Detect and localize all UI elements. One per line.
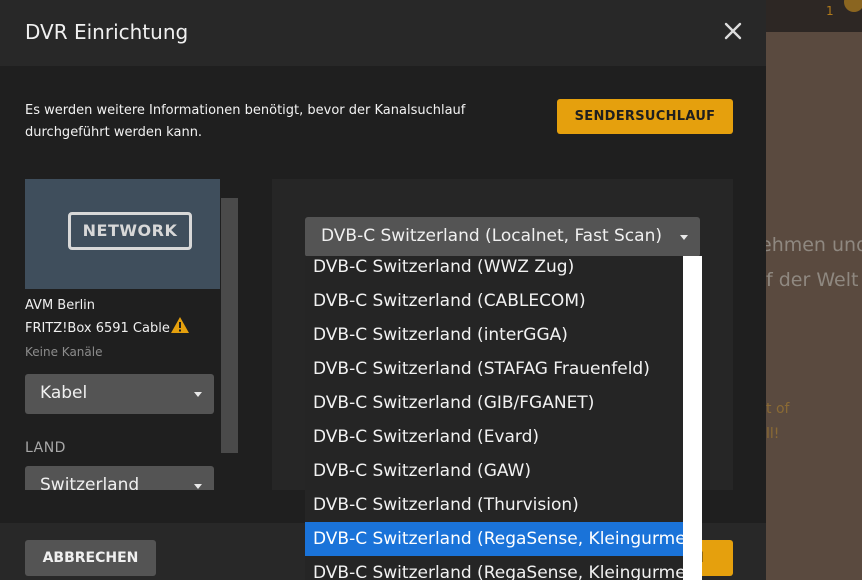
dropdown-option[interactable]: DVB-C Switzerland (GAW) (305, 454, 683, 488)
device-name: AVM Berlin (25, 298, 96, 313)
dropdown-option[interactable]: DVB-C Switzerland (RegaSense, Kleingurme… (305, 556, 683, 580)
dropdown-option-highlighted[interactable]: DVB-C Switzerland (RegaSense, Kleingurme… (305, 522, 683, 556)
background-text: t of (766, 401, 790, 417)
warning-icon (171, 317, 189, 333)
background-text: ll! (766, 426, 780, 442)
scan-provider-value: DVB-C Switzerland (Localnet, Fast Scan) (321, 226, 662, 246)
scan-provider-select[interactable]: DVB-C Switzerland (Localnet, Fast Scan) (305, 217, 700, 257)
close-icon (724, 22, 742, 40)
info-message: Es werden weitere Informationen benötigt… (25, 103, 466, 140)
device-thumbnail[interactable]: NETWORK (25, 179, 220, 289)
close-button[interactable] (720, 18, 746, 44)
device-list-scrollbar[interactable] (221, 198, 238, 453)
avatar (844, 0, 862, 12)
chevron-down-icon (194, 484, 202, 489)
chevron-down-icon (194, 392, 202, 397)
background-text: f der Welt (766, 269, 859, 291)
signal-type-select[interactable]: Kabel (25, 374, 214, 414)
dropdown-scrollbar[interactable] (683, 256, 702, 580)
notification-count: 1 (826, 4, 834, 18)
dropdown-option[interactable]: DVB-C Switzerland (STAFAG Frauenfeld) (305, 352, 683, 386)
signal-type-value: Kabel (40, 383, 88, 403)
dropdown-option[interactable]: DVB-C Switzerland (Evard) (305, 420, 683, 454)
device-model: FRITZ!Box 6591 Cable (25, 321, 170, 336)
dialog-header: DVR Einrichtung (0, 0, 766, 66)
background-page: 1 ehmen und f der Welt t of ll! (766, 0, 862, 580)
dropdown-option[interactable]: DVB-C Switzerland (Thurvision) (305, 488, 683, 522)
panel-clip (0, 490, 271, 523)
channel-scan-button[interactable]: SENDERSUCHLAUF (557, 99, 733, 134)
scan-provider-dropdown: DVB-C Switzerland (WWZ Zug) DVB-C Switze… (305, 256, 683, 580)
dialog-title: DVR Einrichtung (25, 20, 189, 44)
background-text: ehmen und (766, 234, 862, 256)
chevron-down-icon (680, 235, 688, 240)
device-status: Keine Kanäle (25, 345, 103, 359)
dropdown-option[interactable]: DVB-C Switzerland (CABLECOM) (305, 284, 683, 318)
cancel-button[interactable]: ABBRECHEN (25, 540, 156, 576)
network-badge: NETWORK (68, 212, 192, 250)
dropdown-option[interactable]: DVB-C Switzerland (interGGA) (305, 318, 683, 352)
dropdown-option[interactable]: DVB-C Switzerland (WWZ Zug) (305, 256, 683, 284)
dropdown-option[interactable]: DVB-C Switzerland (GIB/FGANET) (305, 386, 683, 420)
country-label: LAND (25, 440, 66, 456)
background-topbar: 1 (766, 0, 862, 32)
